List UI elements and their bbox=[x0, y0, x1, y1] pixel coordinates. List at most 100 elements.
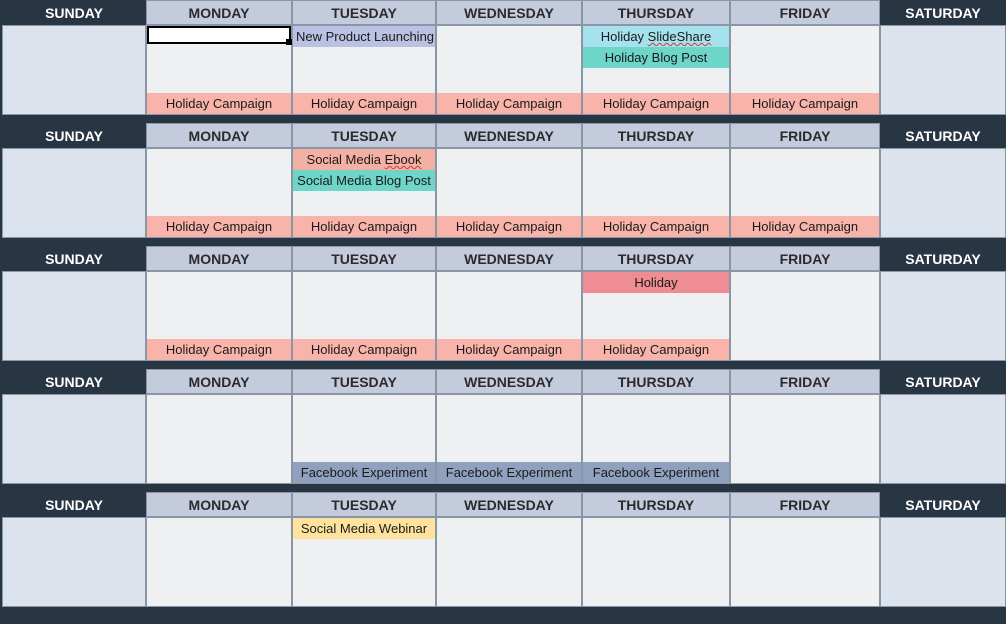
event-holiday-campaign[interactable]: Holiday Campaign bbox=[583, 339, 729, 360]
day-header-friday: FRIDAY bbox=[730, 123, 880, 148]
event-holiday-campaign[interactable]: Holiday Campaign bbox=[147, 216, 291, 237]
event-facebook-experiment[interactable]: Facebook Experiment bbox=[583, 462, 729, 483]
event-holiday-campaign[interactable]: Holiday Campaign bbox=[583, 216, 729, 237]
day-cell-tue[interactable]: Social Media Ebook Social Media Blog Pos… bbox=[292, 148, 436, 238]
week-3: SUNDAY MONDAY TUESDAY WEDNESDAY THURSDAY… bbox=[0, 246, 1006, 361]
event-holiday-campaign[interactable]: Holiday Campaign bbox=[147, 93, 291, 114]
day-header-friday: FRIDAY bbox=[730, 246, 880, 271]
event-facebook-experiment[interactable]: Facebook Experiment bbox=[437, 462, 581, 483]
event-holiday-campaign[interactable]: Holiday Campaign bbox=[731, 93, 879, 114]
day-header-monday: MONDAY bbox=[146, 123, 292, 148]
event-holiday-campaign[interactable]: Holiday Campaign bbox=[731, 216, 879, 237]
day-header-monday: MONDAY bbox=[146, 0, 292, 25]
day-cell-wed[interactable] bbox=[436, 517, 582, 607]
event-holiday-slideshare[interactable]: Holiday SlideShare bbox=[583, 26, 729, 47]
event-social-media-webinar[interactable]: Social Media Webinar bbox=[293, 518, 435, 539]
event-facebook-experiment[interactable]: Facebook Experiment bbox=[293, 462, 435, 483]
day-cell-sun[interactable] bbox=[2, 517, 146, 607]
day-cell-wed[interactable]: Holiday Campaign bbox=[436, 25, 582, 115]
day-cell-fri[interactable]: Holiday Campaign bbox=[730, 25, 880, 115]
event-holiday-campaign[interactable]: Holiday Campaign bbox=[293, 216, 435, 237]
day-cell-fri[interactable] bbox=[730, 271, 880, 361]
day-header-saturday: SATURDAY bbox=[880, 246, 1006, 271]
day-cell-sat[interactable] bbox=[880, 25, 1006, 115]
day-cell-mon[interactable]: Holiday Campaign bbox=[146, 271, 292, 361]
day-cell-wed[interactable]: Holiday Campaign bbox=[436, 271, 582, 361]
event-holiday-blog-post[interactable]: Holiday Blog Post bbox=[583, 47, 729, 68]
day-cell-thu[interactable]: Facebook Experiment bbox=[582, 394, 730, 484]
event-holiday-campaign[interactable]: Holiday Campaign bbox=[293, 93, 435, 114]
day-cell-wed[interactable]: Holiday Campaign bbox=[436, 148, 582, 238]
day-header-thursday: THURSDAY bbox=[582, 492, 730, 517]
event-holiday[interactable]: Holiday bbox=[583, 272, 729, 293]
week-2: SUNDAY MONDAY TUESDAY WEDNESDAY THURSDAY… bbox=[0, 123, 1006, 238]
day-header-tuesday: TUESDAY bbox=[292, 123, 436, 148]
day-cell-fri[interactable] bbox=[730, 394, 880, 484]
event-social-media-ebook[interactable]: Social Media Ebook bbox=[293, 149, 435, 170]
day-cell-thu[interactable]: Holiday Campaign bbox=[582, 148, 730, 238]
week-1: SUNDAY MONDAY TUESDAY WEDNESDAY THURSDAY… bbox=[0, 0, 1006, 115]
day-header-sunday: SUNDAY bbox=[2, 123, 146, 148]
event-holiday-campaign[interactable]: Holiday Campaign bbox=[147, 339, 291, 360]
day-cell-tue[interactable]: New Product Launching Holiday Campaign bbox=[292, 25, 436, 115]
day-cell-mon[interactable] bbox=[146, 517, 292, 607]
week-1-header: SUNDAY MONDAY TUESDAY WEDNESDAY THURSDAY… bbox=[0, 0, 1006, 25]
day-cell-thu[interactable]: Holiday Holiday Campaign bbox=[582, 271, 730, 361]
day-cell-sun[interactable] bbox=[2, 394, 146, 484]
day-header-wednesday: WEDNESDAY bbox=[436, 369, 582, 394]
day-header-sunday: SUNDAY bbox=[2, 492, 146, 517]
event-holiday-campaign[interactable]: Holiday Campaign bbox=[293, 339, 435, 360]
week-2-body: Holiday Campaign Social Media Ebook Soci… bbox=[0, 148, 1006, 238]
day-header-tuesday: TUESDAY bbox=[292, 369, 436, 394]
day-cell-mon[interactable]: Holiday Campaign bbox=[146, 148, 292, 238]
day-header-saturday: SATURDAY bbox=[880, 492, 1006, 517]
calendar-page: SUNDAY MONDAY TUESDAY WEDNESDAY THURSDAY… bbox=[0, 0, 1006, 624]
day-header-wednesday: WEDNESDAY bbox=[436, 246, 582, 271]
event-new-product-launching[interactable]: New Product Launching bbox=[293, 26, 435, 47]
day-cell-mon[interactable] bbox=[146, 394, 292, 484]
day-cell-sun[interactable] bbox=[2, 25, 146, 115]
day-cell-thu[interactable]: Holiday SlideShare Holiday Blog Post Hol… bbox=[582, 25, 730, 115]
day-cell-fri[interactable]: Holiday Campaign bbox=[730, 148, 880, 238]
day-header-tuesday: TUESDAY bbox=[292, 0, 436, 25]
day-cell-thu[interactable] bbox=[582, 517, 730, 607]
day-header-tuesday: TUESDAY bbox=[292, 492, 436, 517]
day-cell-sat[interactable] bbox=[880, 517, 1006, 607]
day-header-sunday: SUNDAY bbox=[2, 369, 146, 394]
day-cell-mon[interactable]: Holiday Campaign bbox=[146, 25, 292, 115]
event-holiday-campaign[interactable]: Holiday Campaign bbox=[583, 93, 729, 114]
day-cell-wed[interactable]: Facebook Experiment bbox=[436, 394, 582, 484]
day-header-saturday: SATURDAY bbox=[880, 0, 1006, 25]
event-holiday-campaign[interactable]: Holiday Campaign bbox=[437, 93, 581, 114]
day-header-tuesday: TUESDAY bbox=[292, 246, 436, 271]
event-social-media-blog-post[interactable]: Social Media Blog Post bbox=[293, 170, 435, 191]
day-header-sunday: SUNDAY bbox=[2, 0, 146, 25]
day-header-friday: FRIDAY bbox=[730, 369, 880, 394]
event-holiday-campaign[interactable]: Holiday Campaign bbox=[437, 216, 581, 237]
day-cell-tue[interactable]: Facebook Experiment bbox=[292, 394, 436, 484]
week-4-header: SUNDAY MONDAY TUESDAY WEDNESDAY THURSDAY… bbox=[0, 369, 1006, 394]
spellcheck-mark: Ebook bbox=[385, 152, 422, 167]
week-3-header: SUNDAY MONDAY TUESDAY WEDNESDAY THURSDAY… bbox=[0, 246, 1006, 271]
day-header-monday: MONDAY bbox=[146, 246, 292, 271]
day-header-monday: MONDAY bbox=[146, 492, 292, 517]
day-header-thursday: THURSDAY bbox=[582, 369, 730, 394]
day-cell-sun[interactable] bbox=[2, 148, 146, 238]
day-header-thursday: THURSDAY bbox=[582, 0, 730, 25]
day-cell-sat[interactable] bbox=[880, 394, 1006, 484]
day-cell-sat[interactable] bbox=[880, 148, 1006, 238]
day-header-wednesday: WEDNESDAY bbox=[436, 0, 582, 25]
day-cell-fri[interactable] bbox=[730, 517, 880, 607]
day-cell-tue[interactable]: Holiday Campaign bbox=[292, 271, 436, 361]
day-header-thursday: THURSDAY bbox=[582, 123, 730, 148]
day-cell-tue[interactable]: Social Media Webinar bbox=[292, 517, 436, 607]
week-4: SUNDAY MONDAY TUESDAY WEDNESDAY THURSDAY… bbox=[0, 369, 1006, 484]
day-header-saturday: SATURDAY bbox=[880, 369, 1006, 394]
day-cell-sat[interactable] bbox=[880, 271, 1006, 361]
week-5: SUNDAY MONDAY TUESDAY WEDNESDAY THURSDAY… bbox=[0, 492, 1006, 607]
day-cell-sun[interactable] bbox=[2, 271, 146, 361]
event-holiday-campaign[interactable]: Holiday Campaign bbox=[437, 339, 581, 360]
spellcheck-mark: SlideShare bbox=[648, 29, 712, 44]
week-3-body: Holiday Campaign Holiday Campaign Holida… bbox=[0, 271, 1006, 361]
day-header-wednesday: WEDNESDAY bbox=[436, 123, 582, 148]
